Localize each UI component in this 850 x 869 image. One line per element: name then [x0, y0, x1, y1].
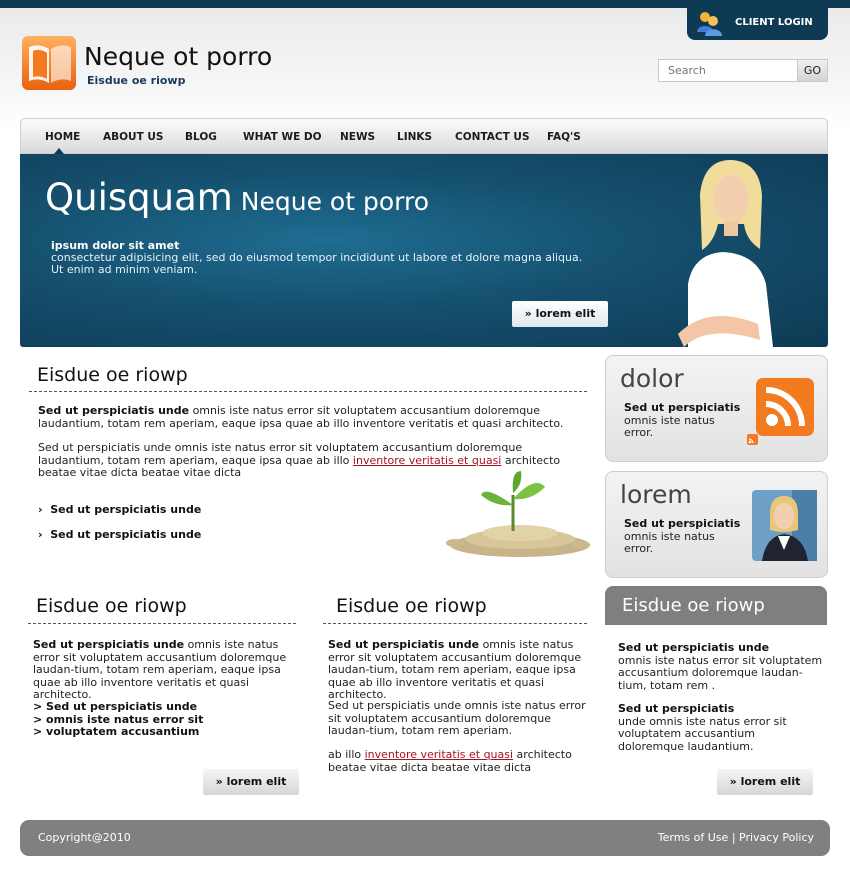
col3-paragraph-2: Sed ut perspiciatis unde omnis iste natus… — [618, 702, 823, 753]
book-logo-icon — [22, 36, 76, 90]
col2-paragraph-2: Sed ut perspiciatis unde omnis iste natu… — [328, 699, 586, 737]
client-login-button[interactable]: CLIENT LOGIN — [687, 4, 828, 40]
search-go-button[interactable]: GO — [797, 59, 828, 82]
double-chevron-icon: » — [524, 307, 536, 320]
footer-links: Terms of Use | Privacy Policy — [658, 831, 814, 844]
nav-about-us[interactable]: ABOUT US — [103, 131, 164, 143]
hero-title-big: Quisquam — [45, 176, 233, 219]
small-rss-icon[interactable] — [747, 434, 758, 445]
main-heading-divider — [29, 391, 587, 392]
main-nav: HOME ABOUT US BLOG WHAT WE DO NEWS LINKS… — [20, 118, 828, 154]
person-photo — [752, 490, 817, 561]
main-p1-bold: Sed ut perspiciatis unde — [38, 404, 190, 417]
hero-title: Quisquam Neque ot porro — [45, 176, 429, 219]
site-tagline: Eisdue oe riowp — [87, 74, 186, 87]
main-bullet-1: › Sed ut perspiciatis unde — [38, 503, 202, 516]
footer-copyright: Copyright@2010 — [38, 831, 131, 844]
hero-title-small: Neque ot porro — [240, 187, 429, 216]
footer-terms-link[interactable]: Terms of Use — [658, 831, 729, 844]
col1-heading: Eisdue oe riowp — [36, 595, 187, 617]
col1-p-bold: Sed ut perspiciatis unde — [33, 638, 185, 651]
col2-heading: Eisdue oe riowp — [336, 595, 487, 617]
nav-what-we-do[interactable]: WHAT WE DO — [243, 131, 322, 143]
col1-paragraph: Sed ut perspiciatis unde omnis iste natu… — [33, 638, 295, 702]
side-box-lorem-bold: Sed ut perspiciatis — [624, 517, 741, 530]
side-box-dolor-text: Sed ut perspiciatis omnis iste natus erro… — [624, 401, 744, 440]
nav-news[interactable]: NEWS — [340, 131, 375, 143]
col3-button-label: lorem elit — [740, 775, 801, 788]
side-box-dolor-title: dolor — [620, 364, 684, 393]
main-bullet-1-text: Sed ut perspiciatis unde — [50, 503, 202, 516]
main-heading: Eisdue oe riowp — [37, 364, 188, 386]
col2-paragraph-1: Sed ut perspiciatis unde omnis iste natu… — [328, 638, 590, 702]
col2-p3-before: ab illo — [328, 748, 365, 761]
side-box-lorem-text: Sed ut perspiciatis omnis iste natus erro… — [624, 517, 744, 556]
col3-button[interactable]: » lorem elit — [717, 769, 813, 795]
col2-paragraph-3: ab illo inventore veritatis et quasi arc… — [328, 748, 590, 774]
double-chevron-icon: » — [215, 775, 227, 788]
col1-list-item-3[interactable]: > voluptatem accusantium — [33, 725, 199, 738]
hero-text: consectetur adipisicing elit, sed do eiu… — [51, 251, 583, 276]
search-input[interactable] — [658, 59, 798, 82]
col1-divider — [28, 623, 296, 624]
side-box-lorem-title: lorem — [620, 480, 692, 509]
main-bullet-2: › Sed ut perspiciatis unde — [38, 528, 202, 541]
nav-blog[interactable]: BLOG — [185, 131, 217, 143]
side-box-dolor: dolor Sed ut perspiciatis omnis iste natu… — [605, 355, 828, 462]
col1-button-label: lorem elit — [226, 775, 287, 788]
main-bullet-2-text: Sed ut perspiciatis unde — [50, 528, 202, 541]
nav-home[interactable]: HOME — [45, 131, 80, 143]
side-box-lorem: lorem Sed ut perspiciatis omnis iste natu… — [605, 471, 828, 578]
col2-p3-link[interactable]: inventore veritatis et quasi — [365, 748, 513, 761]
nav-contact-us[interactable]: CONTACT US — [455, 131, 530, 143]
nav-faqs[interactable]: FAQ'S — [547, 131, 581, 143]
col1-button[interactable]: » lorem elit — [203, 769, 299, 795]
client-login-label: CLIENT LOGIN — [735, 17, 813, 28]
hero-button-label: lorem elit — [535, 307, 596, 320]
hero-button[interactable]: » lorem elit — [512, 301, 608, 327]
col1-list-item-1[interactable]: > Sed ut perspiciatis unde — [33, 700, 197, 713]
double-chevron-icon: » — [729, 775, 741, 788]
col3-p1-text: omnis iste natus error sit voluptatem ac… — [618, 653, 823, 692]
hero-person-photo — [678, 159, 773, 347]
col3-p2-bold: Sed ut perspiciatis — [618, 702, 735, 715]
footer-separator: | — [731, 831, 736, 844]
hero-banner: Quisquam Neque ot porro ipsum dolor sit a… — [20, 154, 828, 347]
coins-plant-image — [446, 471, 590, 557]
col2-p1-bold: Sed ut perspiciatis unde — [328, 638, 480, 651]
nav-links[interactable]: LINKS — [397, 131, 432, 143]
footer: Copyright@2010 Terms of Use | Privacy Po… — [20, 820, 830, 856]
side-box-dolor-desc: omnis iste natus error. — [624, 413, 715, 439]
footer-privacy-link[interactable]: Privacy Policy — [739, 831, 814, 844]
col2-divider — [323, 623, 587, 624]
rss-icon[interactable] — [756, 378, 814, 436]
col3-p1-bold: Sed ut perspiciatis unde — [618, 641, 770, 654]
main-paragraph-1: Sed ut perspiciatis unde omnis iste natu… — [38, 404, 583, 430]
col3-paragraph-1: Sed ut perspiciatis unde omnis iste natus… — [618, 641, 823, 692]
side-box-dolor-bold: Sed ut perspiciatis — [624, 401, 741, 414]
side-box-lorem-desc: omnis iste natus error. — [624, 529, 715, 555]
col3-heading: Eisdue oe riowp — [605, 586, 827, 625]
col3-p2-text: unde omnis iste natus error sit voluptat… — [618, 714, 787, 753]
site-title: Neque ot porro — [84, 42, 273, 71]
users-icon — [697, 12, 722, 36]
